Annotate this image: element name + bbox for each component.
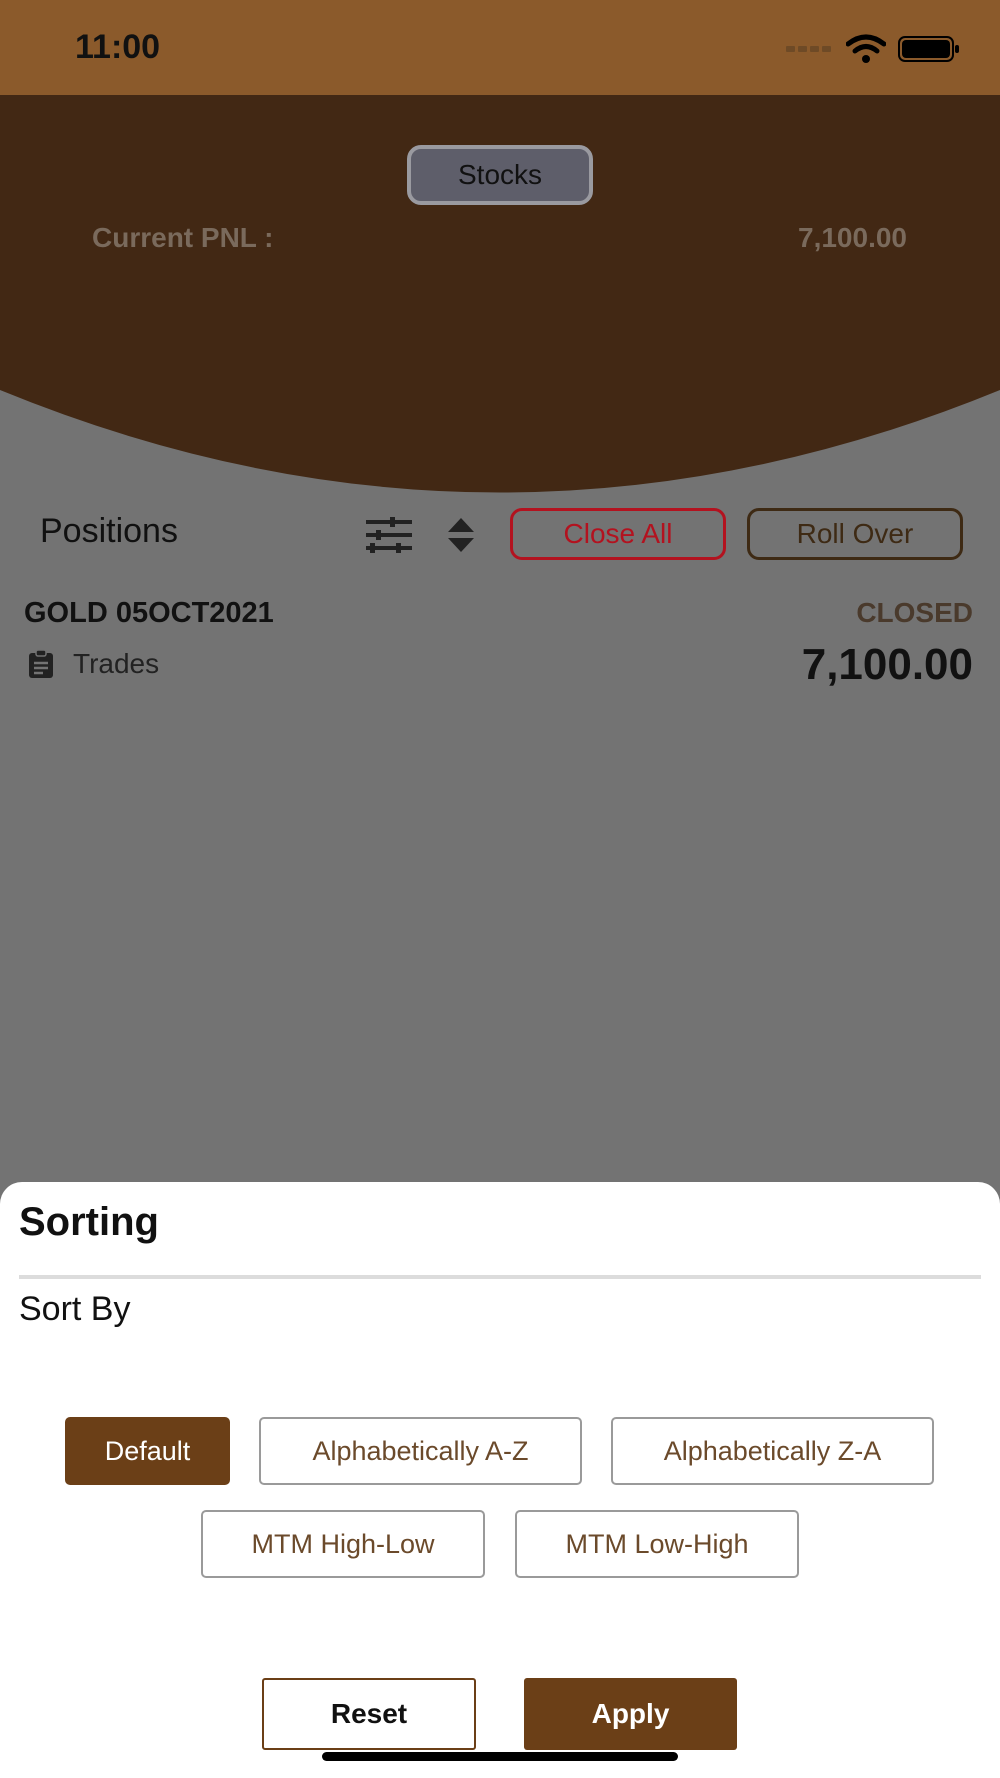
filter-icon[interactable] [364, 516, 414, 554]
sort-option-mtm-low-high[interactable]: MTM Low-High [515, 1510, 799, 1578]
wifi-icon [846, 34, 886, 63]
status-icons [786, 34, 960, 64]
position-pnl-value: 7,100.00 [801, 640, 973, 689]
close-all-button[interactable]: Close All [510, 508, 726, 560]
trades-label: Trades [73, 648, 160, 679]
battery-icon [898, 36, 959, 62]
sort-option-alpha-az[interactable]: Alphabetically A-Z [259, 1417, 582, 1485]
reset-button[interactable]: Reset [262, 1678, 476, 1750]
sort-option-default[interactable]: Default [65, 1417, 230, 1485]
trades-link[interactable]: Trades [27, 648, 159, 680]
stocks-segment-button[interactable]: Stocks [407, 145, 593, 205]
status-bar: 11:00 [0, 0, 1000, 95]
current-pnl-label: Current PNL : [92, 222, 274, 253]
sort-option-mtm-high-low[interactable]: MTM High-Low [201, 1510, 485, 1578]
sheet-divider [19, 1275, 981, 1279]
home-indicator [322, 1752, 678, 1761]
position-status-badge: CLOSED [856, 597, 973, 628]
positions-title: Positions [40, 512, 178, 550]
sort-by-label: Sort By [19, 1290, 131, 1328]
clipboard-icon [29, 649, 53, 678]
apply-button[interactable]: Apply [524, 1678, 737, 1750]
sort-option-alpha-za[interactable]: Alphabetically Z-A [611, 1417, 934, 1485]
sheet-title: Sorting [19, 1200, 159, 1244]
roll-over-button[interactable]: Roll Over [747, 508, 963, 560]
sort-icon[interactable] [446, 516, 476, 554]
sorting-sheet: Sorting Sort By Default Alphabetically A… [0, 1182, 1000, 1778]
signal-icon [786, 46, 831, 52]
status-time: 11:00 [75, 28, 161, 66]
current-pnl-value: 7,100.00 [798, 222, 907, 253]
position-symbol[interactable]: GOLD 05OCT2021 [24, 597, 274, 630]
